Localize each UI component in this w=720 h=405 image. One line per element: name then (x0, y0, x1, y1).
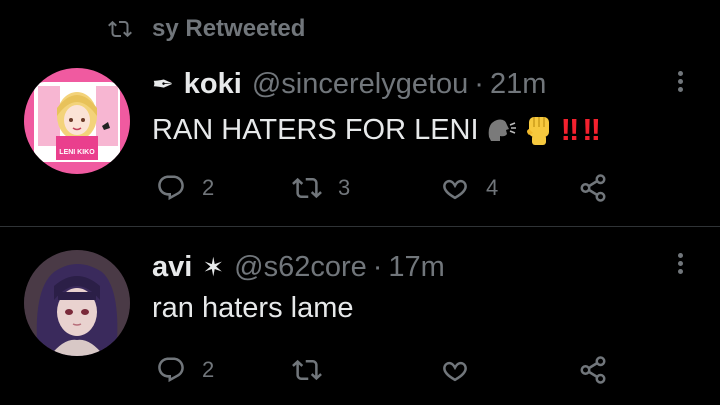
tweet-actions: 2 3 4 (156, 172, 626, 204)
like-button[interactable] (440, 354, 486, 386)
like-button[interactable]: 4 (440, 172, 498, 204)
tweet-header: ✒ koki @sincerelygetou · 21m (152, 68, 546, 101)
speaking-head-emoji (485, 115, 517, 145)
avatar[interactable]: LENI KIKO (24, 68, 130, 174)
retweet-count: 3 (338, 175, 351, 200)
reply-count: 2 (202, 357, 215, 382)
tweet[interactable]: LENI KIKO ✒ koki @sincerelygetou · 21m R… (0, 56, 720, 226)
tweet-text: ran haters lame (152, 292, 354, 325)
retweet-button[interactable] (292, 354, 338, 386)
star-icon: ✶ (202, 252, 225, 282)
tweet[interactable]: avi ✶ @s62core · 17m ran haters lame 2 (0, 228, 720, 405)
retweet-icon (292, 359, 322, 381)
like-count: 4 (486, 175, 499, 200)
display-name[interactable]: koki (184, 68, 242, 101)
svg-text:LENI KIKO: LENI KIKO (59, 149, 95, 156)
retweet-icon (108, 20, 132, 38)
user-handle[interactable]: @sincerelygetou (252, 68, 468, 101)
avatar-image (24, 250, 130, 356)
double-exclamation-emoji: ‼ (582, 112, 601, 147)
retweet-banner-text: sy Retweeted (152, 15, 306, 42)
reply-icon (158, 175, 184, 201)
raised-fist-emoji (523, 113, 555, 147)
tweet-header: avi ✶ @s62core · 17m (152, 251, 445, 284)
separator: · (474, 68, 484, 100)
tweet-divider (0, 226, 720, 227)
retweet-banner[interactable]: sy Retweeted (106, 12, 305, 46)
reply-button[interactable]: 2 (156, 172, 214, 204)
tweet-body: ran haters lame (152, 292, 354, 324)
timestamp[interactable]: 21m (490, 68, 546, 101)
retweet-button[interactable]: 3 (292, 172, 350, 204)
quill-icon: ✒ (152, 69, 174, 99)
reply-icon (158, 357, 184, 383)
avatar-image: LENI KIKO (24, 68, 130, 174)
share-button[interactable] (578, 172, 624, 204)
double-exclamation-emoji: ‼ (560, 112, 580, 147)
share-icon (580, 356, 606, 384)
share-icon (580, 174, 606, 202)
reply-count: 2 (202, 175, 215, 200)
timestamp[interactable]: 17m (388, 251, 444, 284)
share-button[interactable] (578, 354, 624, 386)
retweet-icon (292, 177, 322, 199)
reply-button[interactable]: 2 (156, 354, 214, 386)
tweet-actions: 2 (156, 354, 626, 386)
heart-icon (443, 179, 467, 200)
tweet-body: RAN HATERS FOR LENI (152, 113, 479, 146)
separator: · (372, 251, 383, 283)
more-options-icon[interactable] (672, 250, 688, 280)
display-name[interactable]: avi (152, 251, 192, 284)
more-options-icon[interactable] (672, 68, 688, 98)
heart-icon (443, 361, 467, 382)
user-handle[interactable]: @s62core (234, 251, 367, 284)
avatar[interactable] (24, 250, 130, 356)
tweet-text: RAN HATERS FOR LENI ‼ ‼ (152, 112, 601, 148)
